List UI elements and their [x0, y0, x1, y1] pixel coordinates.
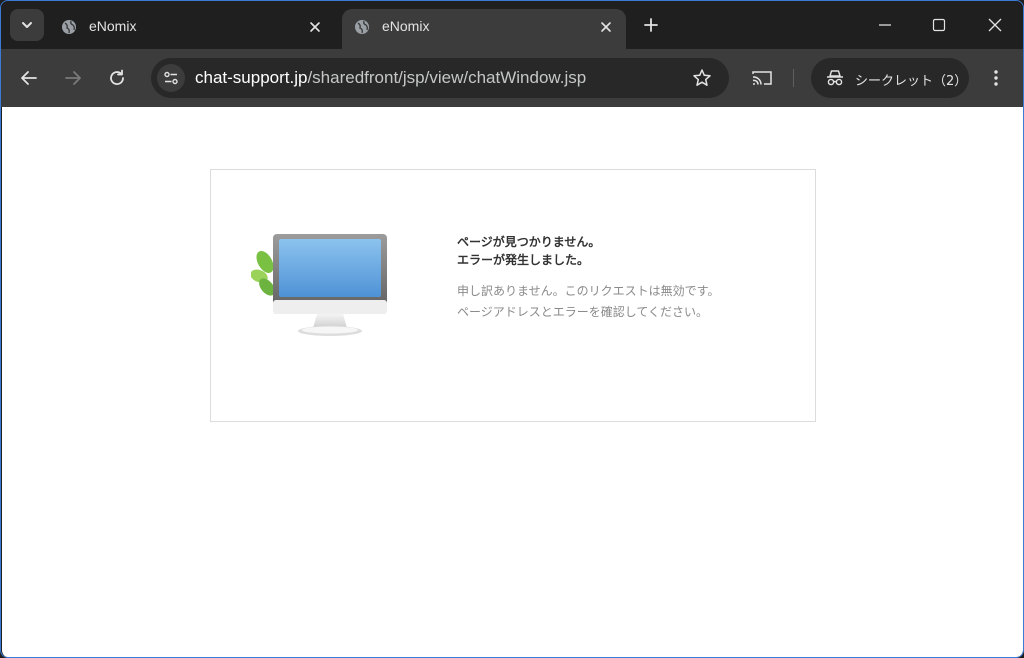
browser-window: eNomix eNomix chat-support.jp/sharedfron…	[0, 0, 1024, 658]
incognito-button[interactable]: シークレット（2）	[811, 58, 969, 98]
tab-title: eNomix	[89, 18, 137, 34]
close-icon	[601, 22, 611, 32]
tab-close-button[interactable]	[305, 17, 325, 37]
error-body: 申し訳ありません。このリクエストは無効です。 ページアドレスとエラーを確認してく…	[457, 281, 797, 323]
error-body-line1: 申し訳ありません。このリクエストは無効です。	[457, 284, 720, 298]
maximize-button[interactable]	[911, 1, 967, 49]
plus-icon	[644, 18, 658, 32]
url-text[interactable]: chat-support.jp/sharedfront/jsp/view/cha…	[195, 68, 586, 88]
page-content: ページが見つかりません。 エラーが発生しました。 申し訳ありません。このリクエス…	[2, 107, 1023, 657]
error-message: ページが見つかりません。 エラーが発生しました。 申し訳ありません。このリクエス…	[457, 233, 797, 323]
toolbar: chat-support.jp/sharedfront/jsp/view/cha…	[1, 49, 1023, 107]
minimize-button[interactable]	[857, 1, 913, 49]
browser-menu-button[interactable]	[983, 63, 1009, 93]
window-close-button[interactable]	[967, 1, 1023, 49]
incognito-label: シークレット（2）	[855, 74, 968, 89]
arrow-left-icon	[21, 71, 37, 85]
globe-icon	[62, 20, 76, 34]
tune-icon	[164, 71, 178, 85]
kebab-menu-icon	[994, 70, 998, 86]
address-bar[interactable]: chat-support.jp/sharedfront/jsp/view/cha…	[151, 58, 729, 98]
star-icon	[693, 69, 711, 86]
tab-search-button[interactable]	[10, 9, 44, 41]
close-icon	[988, 18, 1002, 32]
url-path: /sharedfront/jsp/view/chatWindow.jsp	[307, 68, 587, 87]
error-heading-line1: ページが見つかりません。	[457, 235, 601, 249]
error-heading-line2: エラーが発生しました。	[457, 253, 590, 267]
forward-button[interactable]	[58, 63, 88, 93]
tab-strip: eNomix eNomix	[1, 1, 1023, 49]
site-info-button[interactable]	[157, 64, 185, 92]
arrow-right-icon	[65, 71, 81, 85]
cast-button[interactable]	[747, 63, 777, 93]
error-panel: ページが見つかりません。 エラーが発生しました。 申し訳ありません。このリクエス…	[210, 169, 816, 422]
incognito-icon	[827, 70, 843, 86]
toolbar-separator	[793, 69, 794, 87]
chevron-down-icon	[22, 22, 32, 28]
minimize-icon	[879, 24, 891, 26]
back-button[interactable]	[14, 63, 44, 93]
cast-icon	[752, 71, 772, 85]
globe-icon	[355, 20, 369, 34]
tab-title: eNomix	[382, 18, 430, 34]
tab-enomix-1[interactable]: eNomix	[49, 9, 335, 49]
tab-enomix-2[interactable]: eNomix	[342, 9, 626, 49]
bookmark-button[interactable]	[691, 67, 713, 89]
close-icon	[310, 22, 320, 32]
error-body-line2: ページアドレスとエラーを確認してください。	[457, 305, 709, 319]
maximize-icon	[932, 18, 946, 32]
reload-button[interactable]	[102, 63, 132, 93]
url-host: chat-support.jp	[195, 68, 308, 87]
monitor-illustration	[251, 234, 387, 336]
new-tab-button[interactable]	[639, 13, 663, 37]
tab-close-button[interactable]	[596, 17, 616, 37]
reload-icon	[110, 69, 124, 85]
